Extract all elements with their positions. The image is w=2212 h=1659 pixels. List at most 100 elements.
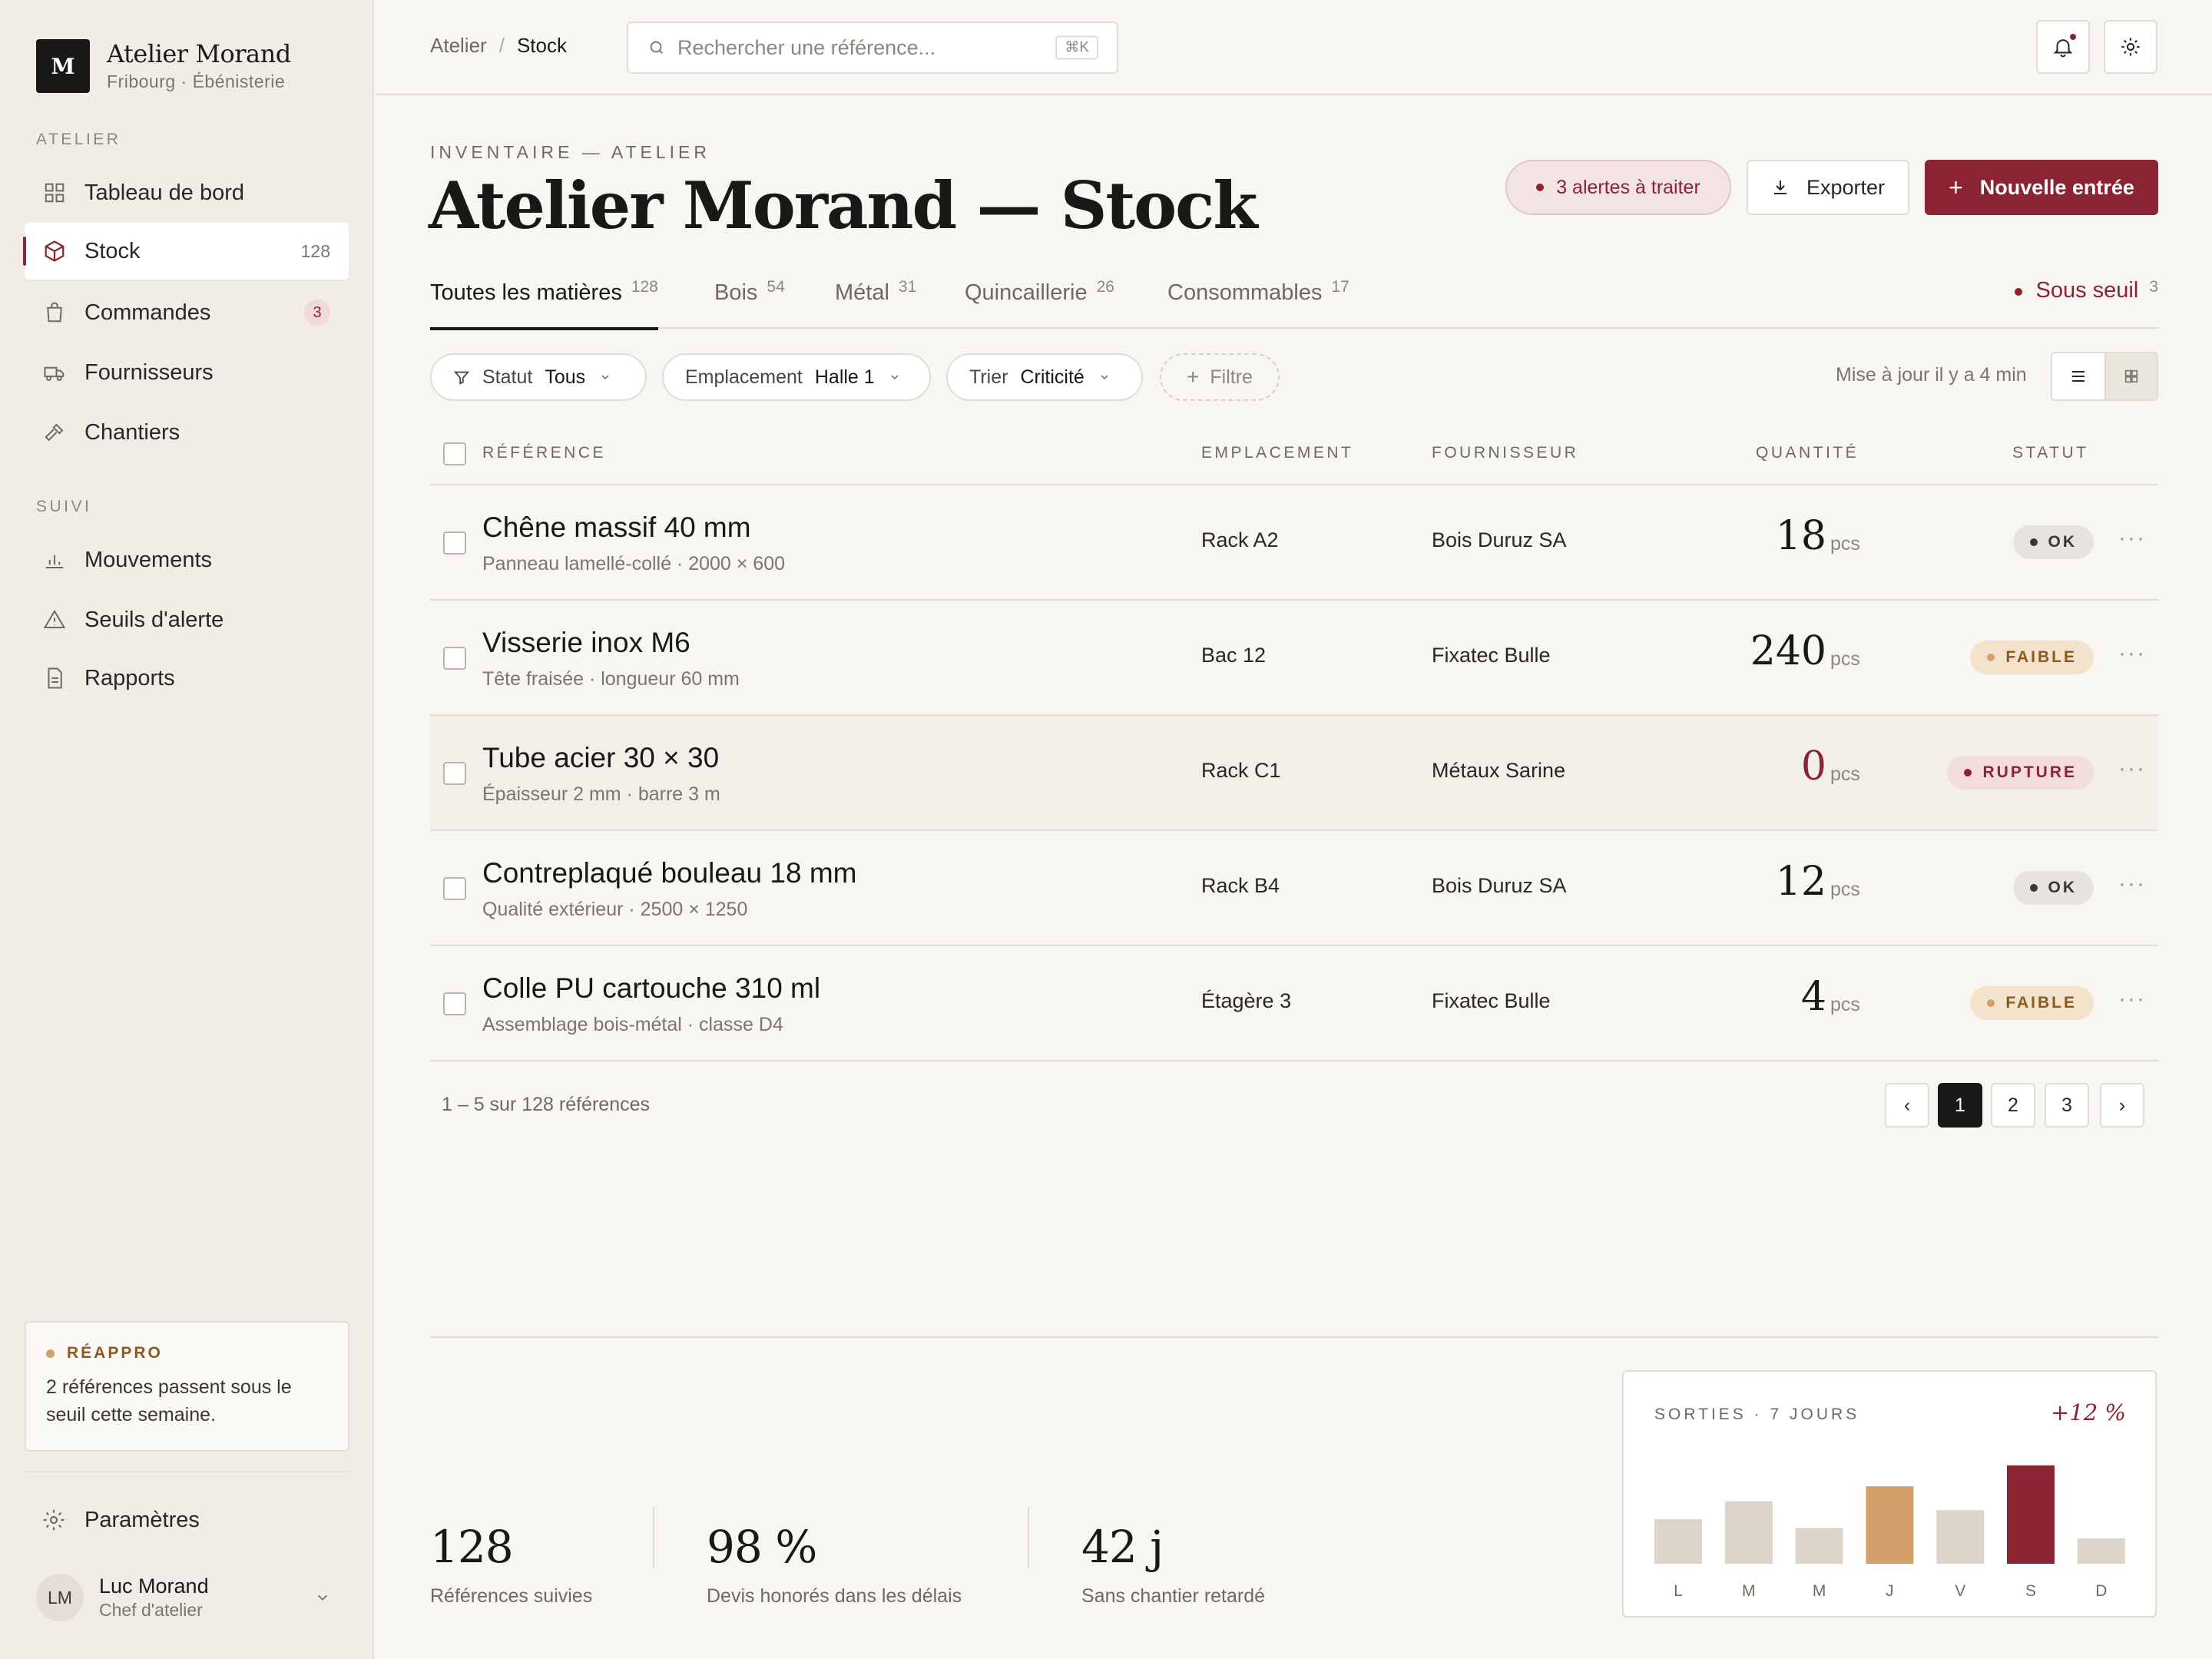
row-quantity: 4 [1800,974,1826,1020]
hammer-icon [45,423,64,442]
status-dot [1987,654,1995,661]
column-fournisseur[interactable]: FOURNISSEUR [1432,444,1578,462]
table-row[interactable]: Contreplaqué bouleau 18 mm Qualité extér… [430,831,2158,946]
sidebar-item-seuils[interactable]: Seuils d'alerte [25,591,349,648]
chart-bar [1654,1518,1702,1564]
brand[interactable]: M Atelier Morand Fribourg · Ébénisterie [36,39,291,93]
chevron-down-icon [317,1594,328,1601]
row-more-button[interactable]: ··· [2118,871,2146,897]
row-checkbox[interactable] [443,762,466,785]
status-badge: FAIBLE [1970,641,2094,674]
status-badge: RUPTURE [1947,756,2094,790]
filter-emplacement[interactable]: Emplacement Halle 1 [662,353,931,401]
table-row[interactable]: Visserie inox M6 Tête fraisée · longueur… [430,601,2158,716]
list-view-button[interactable] [2052,353,2104,399]
tab-label: Bois [714,280,758,305]
sidebar-item-rapports[interactable]: Rapports [25,650,349,707]
chevron-down-icon [891,375,899,380]
row-reference: Contreplaqué bouleau 18 mm [482,857,857,889]
row-more-button[interactable]: ··· [2118,756,2146,782]
row-reference: Tube acier 30 × 30 [482,742,720,773]
chart-tick-label: J [1886,1582,1894,1600]
filter-statut[interactable]: Statut Tous [430,353,647,401]
reappro-card[interactable]: RÉAPPRO 2 références passent sous le seu… [25,1321,349,1452]
column-emplacement[interactable]: EMPLACEMENT [1201,444,1353,462]
table-row[interactable]: Chêne massif 40 mm Panneau lamellé-collé… [430,485,2158,601]
chart-delta: +12 % [2051,1399,2126,1426]
last-updated: Mise à jour il y a 4 min [1836,364,2027,386]
tab-sous-seuil[interactable]: Sous seuil 3 [2014,278,2158,303]
column-reference[interactable]: RÉFÉRENCE [482,444,606,462]
grid-view-button[interactable] [2104,353,2157,399]
tab-label: Quincaillerie [965,280,1088,305]
sidebar-item-label: Mouvements [84,547,213,572]
row-checkbox[interactable] [443,992,466,1015]
row-more-button[interactable]: ··· [2118,641,2146,667]
stat-references: 128 Références suivies [430,1521,592,1608]
row-more-button[interactable]: ··· [2118,525,2146,551]
select-all-checkbox[interactable] [443,442,466,465]
tab-quincaillerie[interactable]: Quincaillerie 26 [965,278,1114,329]
row-description: Tête fraisée · longueur 60 mm [482,668,740,690]
row-quantity: 0 [1800,743,1826,790]
row-more-button[interactable]: ··· [2118,986,2146,1012]
new-entry-button[interactable]: + Nouvelle entrée [1925,160,2158,215]
row-location: Étagère 3 [1201,989,1292,1012]
chart-bar [1866,1486,1914,1564]
page-title: Atelier Morand — Stock [429,167,1258,243]
search-input[interactable]: Rechercher une référence... ⌘K [627,22,1118,74]
row-reference: Colle PU cartouche 310 ml [482,972,821,1004]
add-filter-button[interactable]: + Filtre [1160,353,1280,401]
new-entry-label: Nouvelle entrée [1979,175,2134,199]
prev-page-button[interactable]: ‹ [1885,1083,1929,1128]
export-button[interactable]: Exporter [1747,160,1909,215]
sidebar-item-parametres[interactable]: Paramètres [25,1492,349,1548]
add-filter-label: Filtre [1210,366,1253,388]
search-icon [650,41,663,54]
status-dot [1987,999,1995,1007]
alerts-button[interactable]: 3 alertes à traiter [1505,160,1731,215]
sidebar-item-dashboard[interactable]: Tableau de bord [25,164,349,221]
theme-toggle-button[interactable] [2104,20,2157,74]
filter-trier[interactable]: Trier Criticité [946,353,1143,401]
tab-consommables[interactable]: Consommables 17 [1167,278,1349,329]
table-row[interactable]: Colle PU cartouche 310 ml Assemblage boi… [430,946,2158,1061]
column-statut[interactable]: STATUT [2012,444,2089,462]
sidebar-item-stock[interactable]: Stock 128 [23,223,349,280]
tab-count: 128 [631,278,658,296]
row-checkbox[interactable] [443,647,466,670]
row-unit: pcs [1830,994,1860,1015]
notifications-button[interactable] [2036,20,2090,74]
row-unit: pcs [1830,763,1860,785]
filter-label: Emplacement [685,366,803,388]
row-checkbox[interactable] [443,877,466,900]
table-row[interactable]: Tube acier 30 × 30 Épaisseur 2 mm · barr… [430,716,2158,831]
page-2-button[interactable]: 2 [1991,1083,2035,1128]
page-3-button[interactable]: 3 [2045,1083,2089,1128]
sidebar-item-mouvements[interactable]: Mouvements [25,531,349,588]
stat-value: 98 % [707,1521,817,1573]
status-badge: OK [2012,871,2094,905]
gear-icon [43,1509,65,1531]
document-icon [48,667,62,689]
page-1-button[interactable]: 1 [1938,1083,1982,1128]
sidebar-item-fournisseurs[interactable]: Fournisseurs [25,344,349,401]
status-dot [2029,538,2038,546]
tab-bois[interactable]: Bois 54 [714,278,785,329]
tab-toutes[interactable]: Toutes les matières 128 [430,278,658,330]
search-shortcut: ⌘K [1055,35,1098,60]
user-menu[interactable]: LM Luc Morand Chef d'atelier [36,1571,343,1624]
column-quantite[interactable]: QUANTITÉ [1756,444,1859,462]
reappro-dot [46,1349,55,1358]
sorties-chart-card: L M M J V S D SORTIES · 7 JOURS +12 % [1622,1370,2157,1618]
breadcrumb-atelier[interactable]: Atelier [430,34,487,58]
row-location: Rack A2 [1201,528,1279,551]
sidebar-item-chantiers[interactable]: Chantiers [25,404,349,461]
tab-count: 54 [767,278,785,296]
row-reference: Visserie inox M6 [482,627,690,658]
sidebar-item-count: 128 [300,240,330,261]
row-checkbox[interactable] [443,531,466,555]
sidebar-item-commandes[interactable]: Commandes 3 [25,284,349,341]
next-page-button[interactable]: › [2100,1083,2144,1128]
tab-metal[interactable]: Métal 31 [835,278,916,329]
